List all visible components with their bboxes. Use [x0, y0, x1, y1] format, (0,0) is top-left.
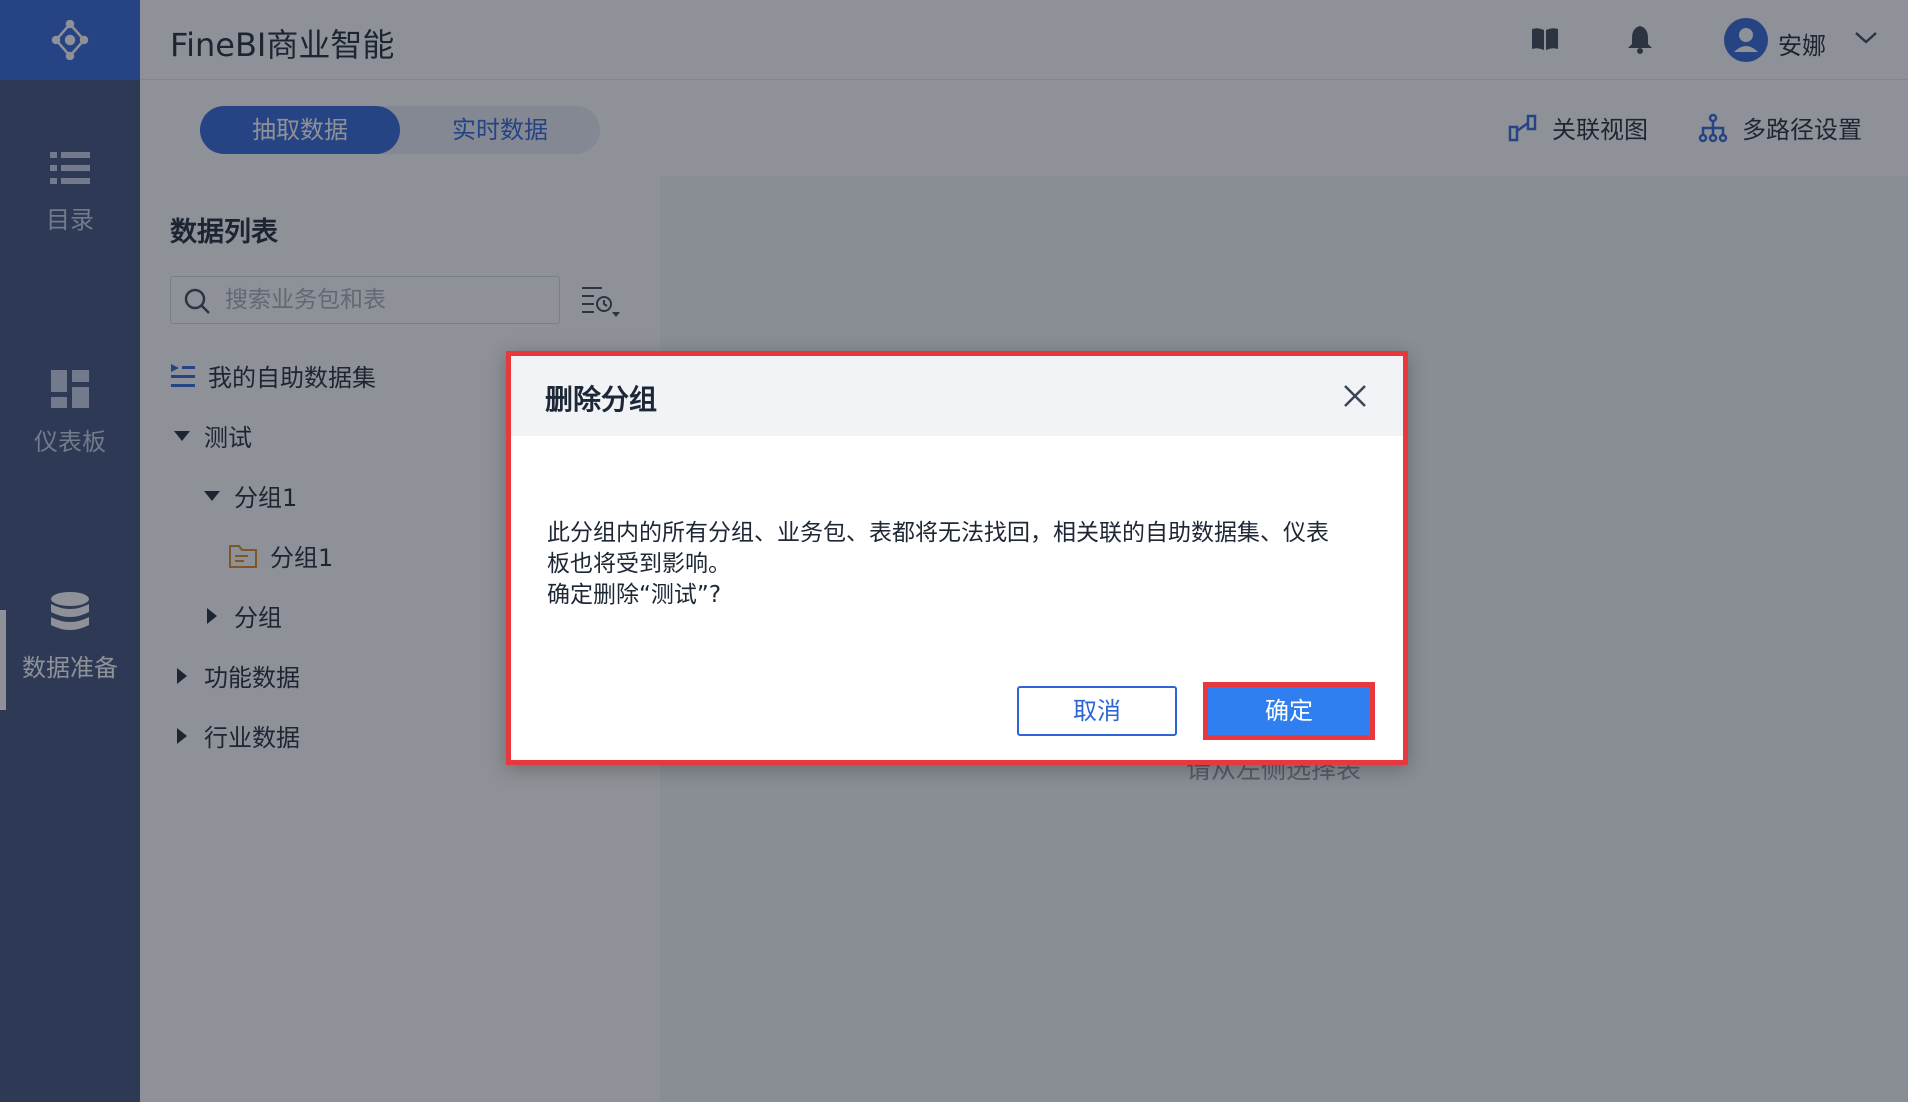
dialog-header: 删除分组 [511, 356, 1403, 436]
dialog-title: 删除分组 [545, 383, 658, 416]
delete-group-dialog: 删除分组 此分组内的所有分组、业务包、表都将无法找回，相关联的自助数据集、仪表 … [506, 351, 1408, 765]
confirm-button[interactable]: 确定 [1208, 687, 1370, 735]
dialog-message-line: 此分组内的所有分组、业务包、表都将无法找回，相关联的自助数据集、仪表 [547, 520, 1329, 546]
highlight-frame: 确定 [1203, 682, 1375, 740]
dialog-message: 此分组内的所有分组、业务包、表都将无法找回，相关联的自助数据集、仪表 板也将受到… [547, 518, 1377, 611]
close-icon[interactable] [1341, 382, 1369, 410]
dialog-message-line: 板也将受到影响。 [547, 551, 731, 577]
app-root: 目录 仪表板 数据准备 FineBI商业智能 [0, 0, 1908, 1102]
cancel-button[interactable]: 取消 [1017, 686, 1177, 736]
dialog-message-line: 确定删除“测试”? [547, 582, 722, 608]
